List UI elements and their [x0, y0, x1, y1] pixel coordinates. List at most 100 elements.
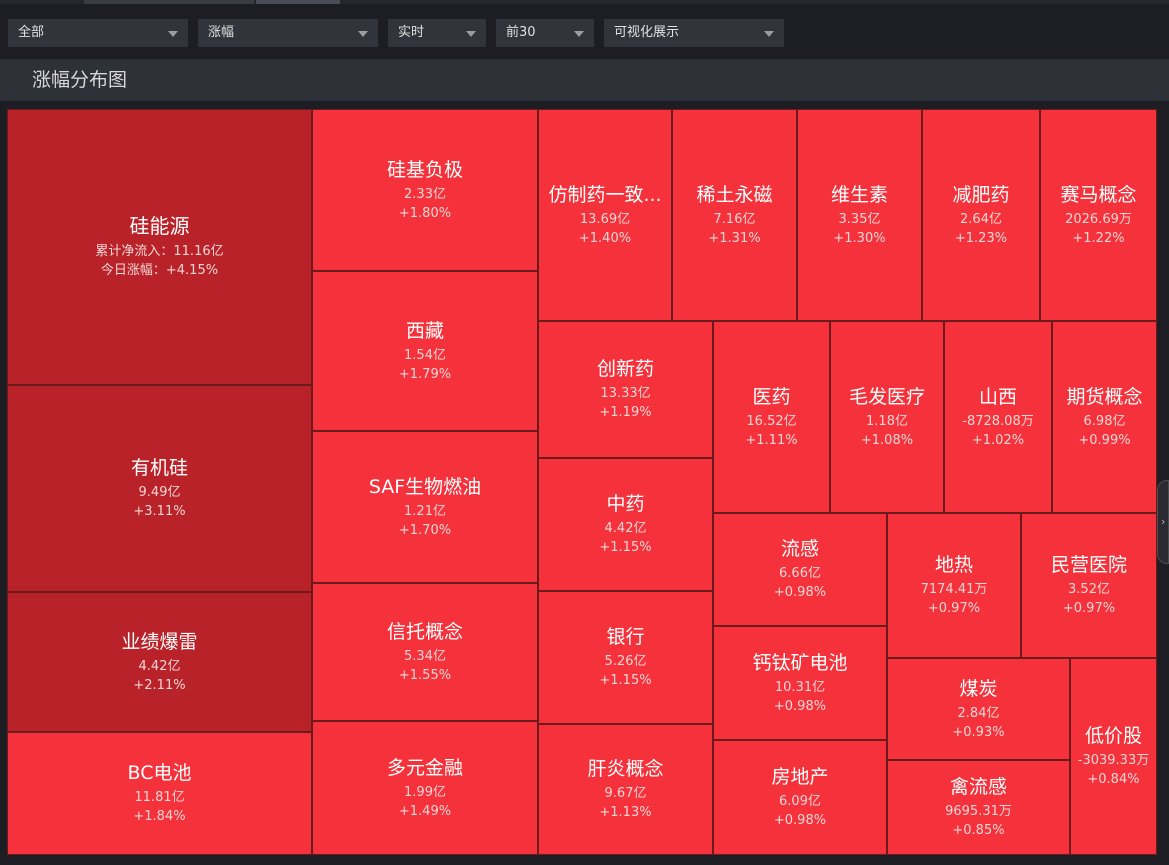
- treemap-tile[interactable]: 多元金融 1.99亿 +1.49%: [312, 721, 538, 855]
- tile-name: BC电池: [127, 762, 192, 784]
- tile-net-inflow: 1.99亿: [404, 784, 446, 800]
- tile-name: 医药: [752, 385, 791, 408]
- view-mode-dropdown[interactable]: 可视化展示: [604, 19, 784, 47]
- treemap-tile[interactable]: 仿制药一致... 13.69亿 +1.40%: [538, 109, 672, 321]
- tile-name: 流感: [780, 538, 819, 560]
- tile-change-pct: +1.80%: [398, 205, 452, 221]
- top-n-dropdown-value: 前30: [506, 25, 536, 40]
- treemap-tile[interactable]: 硅能源 累计净流入：11.16亿 今日涨幅：+4.15%: [7, 109, 312, 385]
- tile-net-inflow: 6.66亿: [779, 566, 821, 581]
- tile-change-pct: +0.97%: [1062, 601, 1116, 616]
- tile-net-inflow: 5.26亿: [604, 654, 647, 669]
- tile-change-pct: 今日涨幅：+4.15%: [100, 263, 219, 278]
- tile-net-inflow: 3.35亿: [838, 211, 881, 227]
- treemap-tile[interactable]: 维生素 3.35亿 +1.30%: [797, 109, 922, 321]
- tile-net-inflow: 10.31亿: [774, 679, 826, 695]
- tile-change-pct: +1.08%: [860, 432, 914, 448]
- tile-change-pct: +1.79%: [398, 366, 452, 382]
- treemap-tile[interactable]: 禽流感 9695.31万 +0.85%: [887, 760, 1070, 855]
- tile-net-inflow: 9695.31万: [945, 804, 1012, 819]
- chevron-down-icon: [764, 31, 774, 37]
- treemap-tile[interactable]: 钙钛矿电池 10.31亿 +0.98%: [713, 626, 887, 740]
- tile-name: SAF生物燃油: [368, 475, 482, 498]
- tile-name: 中药: [606, 493, 645, 515]
- tile-change-pct: +1.70%: [398, 522, 452, 538]
- tile-change-pct: +3.11%: [133, 504, 186, 519]
- tile-net-inflow: 2.84亿: [957, 705, 1000, 721]
- treemap-tile[interactable]: 期货概念 6.98亿 +0.99%: [1052, 321, 1157, 513]
- treemap: 硅能源 累计净流入：11.16亿 今日涨幅：+4.15% 有机硅 9.49亿 +3.11%…: [7, 109, 1157, 855]
- tile-change-pct: +1.40%: [578, 230, 632, 246]
- metric-dropdown[interactable]: 涨幅: [198, 19, 378, 47]
- period-dropdown[interactable]: 实时: [388, 19, 486, 47]
- tile-name: 期货概念: [1066, 385, 1143, 408]
- treemap-tile[interactable]: 煤炭 2.84亿 +0.93%: [887, 658, 1070, 760]
- treemap-tile[interactable]: 中药 4.42亿 +1.15%: [538, 458, 713, 591]
- treemap-tile[interactable]: SAF生物燃油 1.21亿 +1.70%: [312, 431, 538, 583]
- treemap-tile[interactable]: 有机硅 9.49亿 +3.11%: [7, 385, 312, 592]
- tile-net-inflow: 4.42亿: [138, 658, 181, 674]
- treemap-tile[interactable]: 业绩爆雷 4.42亿 +2.11%: [7, 592, 312, 732]
- tile-change-pct: +1.02%: [971, 432, 1025, 448]
- treemap-tile[interactable]: 西藏 1.54亿 +1.79%: [312, 271, 538, 431]
- tile-name: 业绩爆雷: [121, 630, 198, 653]
- chevron-down-icon: [168, 31, 178, 37]
- tile-name: 西藏: [405, 319, 444, 342]
- tile-net-inflow: 3.52亿: [1068, 582, 1110, 597]
- view-mode-dropdown-value: 可视化展示: [614, 25, 680, 40]
- tile-net-inflow: 5.34亿: [404, 648, 446, 664]
- tile-change-pct: +1.13%: [599, 805, 652, 820]
- tile-change-pct: +0.97%: [927, 601, 981, 616]
- treemap-tile[interactable]: 民营医院 3.52亿 +0.97%: [1021, 513, 1157, 658]
- tile-name: 地热: [934, 554, 973, 576]
- tile-name: 仿制药一致...: [548, 183, 662, 206]
- scope-dropdown[interactable]: 全部: [8, 19, 188, 47]
- tile-change-pct: +1.23%: [954, 230, 1008, 246]
- tile-change-pct: +1.55%: [398, 667, 452, 683]
- tile-change-pct: +2.11%: [133, 677, 186, 693]
- tile-name: 低价股: [1084, 725, 1142, 747]
- tile-net-inflow: 2.64亿: [960, 211, 1002, 227]
- tile-name: 稀土永磁: [696, 183, 773, 206]
- tile-name: 房地产: [771, 766, 829, 788]
- treemap-tile[interactable]: 山西 -8728.08万 +1.02%: [944, 321, 1052, 513]
- treemap-tile[interactable]: 流感 6.66亿 +0.98%: [713, 513, 887, 626]
- tile-name: 信托概念: [386, 620, 463, 643]
- tile-net-inflow: 13.69亿: [579, 211, 631, 227]
- tile-net-inflow: 2.33亿: [404, 186, 446, 202]
- tile-net-inflow: 1.54亿: [404, 347, 446, 363]
- treemap-tile[interactable]: 减肥药 2.64亿 +1.23%: [922, 109, 1040, 321]
- treemap-tile[interactable]: 赛马概念 2026.69万 +1.22%: [1040, 109, 1157, 321]
- treemap-tile[interactable]: 毛发医疗 1.18亿 +1.08%: [830, 321, 944, 513]
- tile-change-pct: +0.99%: [1078, 432, 1131, 448]
- treemap-tile[interactable]: 信托概念 5.34亿 +1.55%: [312, 583, 538, 721]
- tile-name: 有机硅: [130, 457, 188, 479]
- tile-net-inflow: 6.98亿: [1083, 413, 1126, 429]
- period-dropdown-value: 实时: [398, 25, 425, 40]
- treemap-tile[interactable]: 银行 5.26亿 +1.15%: [538, 591, 713, 724]
- chevron-down-icon: [466, 31, 476, 37]
- side-panel-toggle[interactable]: ›: [1157, 480, 1169, 564]
- treemap-tile[interactable]: 肝炎概念 9.67亿 +1.13%: [538, 724, 713, 855]
- top-n-dropdown[interactable]: 前30: [496, 19, 594, 47]
- tile-change-pct: +1.84%: [133, 809, 186, 824]
- tile-net-inflow: 6.09亿: [779, 794, 821, 809]
- tile-net-inflow: -8728.08万: [962, 413, 1034, 429]
- treemap-tile[interactable]: 医药 16.52亿 +1.11%: [713, 321, 830, 513]
- treemap-tile[interactable]: 地热 7174.41万 +0.97%: [887, 513, 1021, 658]
- treemap-tile[interactable]: 硅基负极 2.33亿 +1.80%: [312, 109, 538, 271]
- treemap-tile[interactable]: BC电池 11.81亿 +1.84%: [7, 732, 312, 855]
- tile-name: 创新药: [596, 358, 654, 380]
- tile-change-pct: +0.98%: [773, 698, 827, 714]
- tile-net-inflow: 7174.41万: [920, 582, 988, 597]
- tile-name: 硅基负极: [386, 158, 463, 181]
- tile-name: 维生素: [830, 183, 888, 206]
- tile-name: 硅能源: [129, 214, 190, 238]
- tile-net-inflow: 9.67亿: [604, 786, 647, 801]
- chevron-down-icon: [358, 31, 368, 37]
- treemap-tile[interactable]: 房地产 6.09亿 +0.98%: [713, 740, 887, 855]
- tile-net-inflow: 4.42亿: [604, 521, 647, 536]
- treemap-tile[interactable]: 创新药 13.33亿 +1.19%: [538, 321, 713, 458]
- treemap-tile[interactable]: 稀土永磁 7.16亿 +1.31%: [672, 109, 797, 321]
- treemap-tile[interactable]: 低价股 -3039.33万 +0.84%: [1070, 658, 1157, 855]
